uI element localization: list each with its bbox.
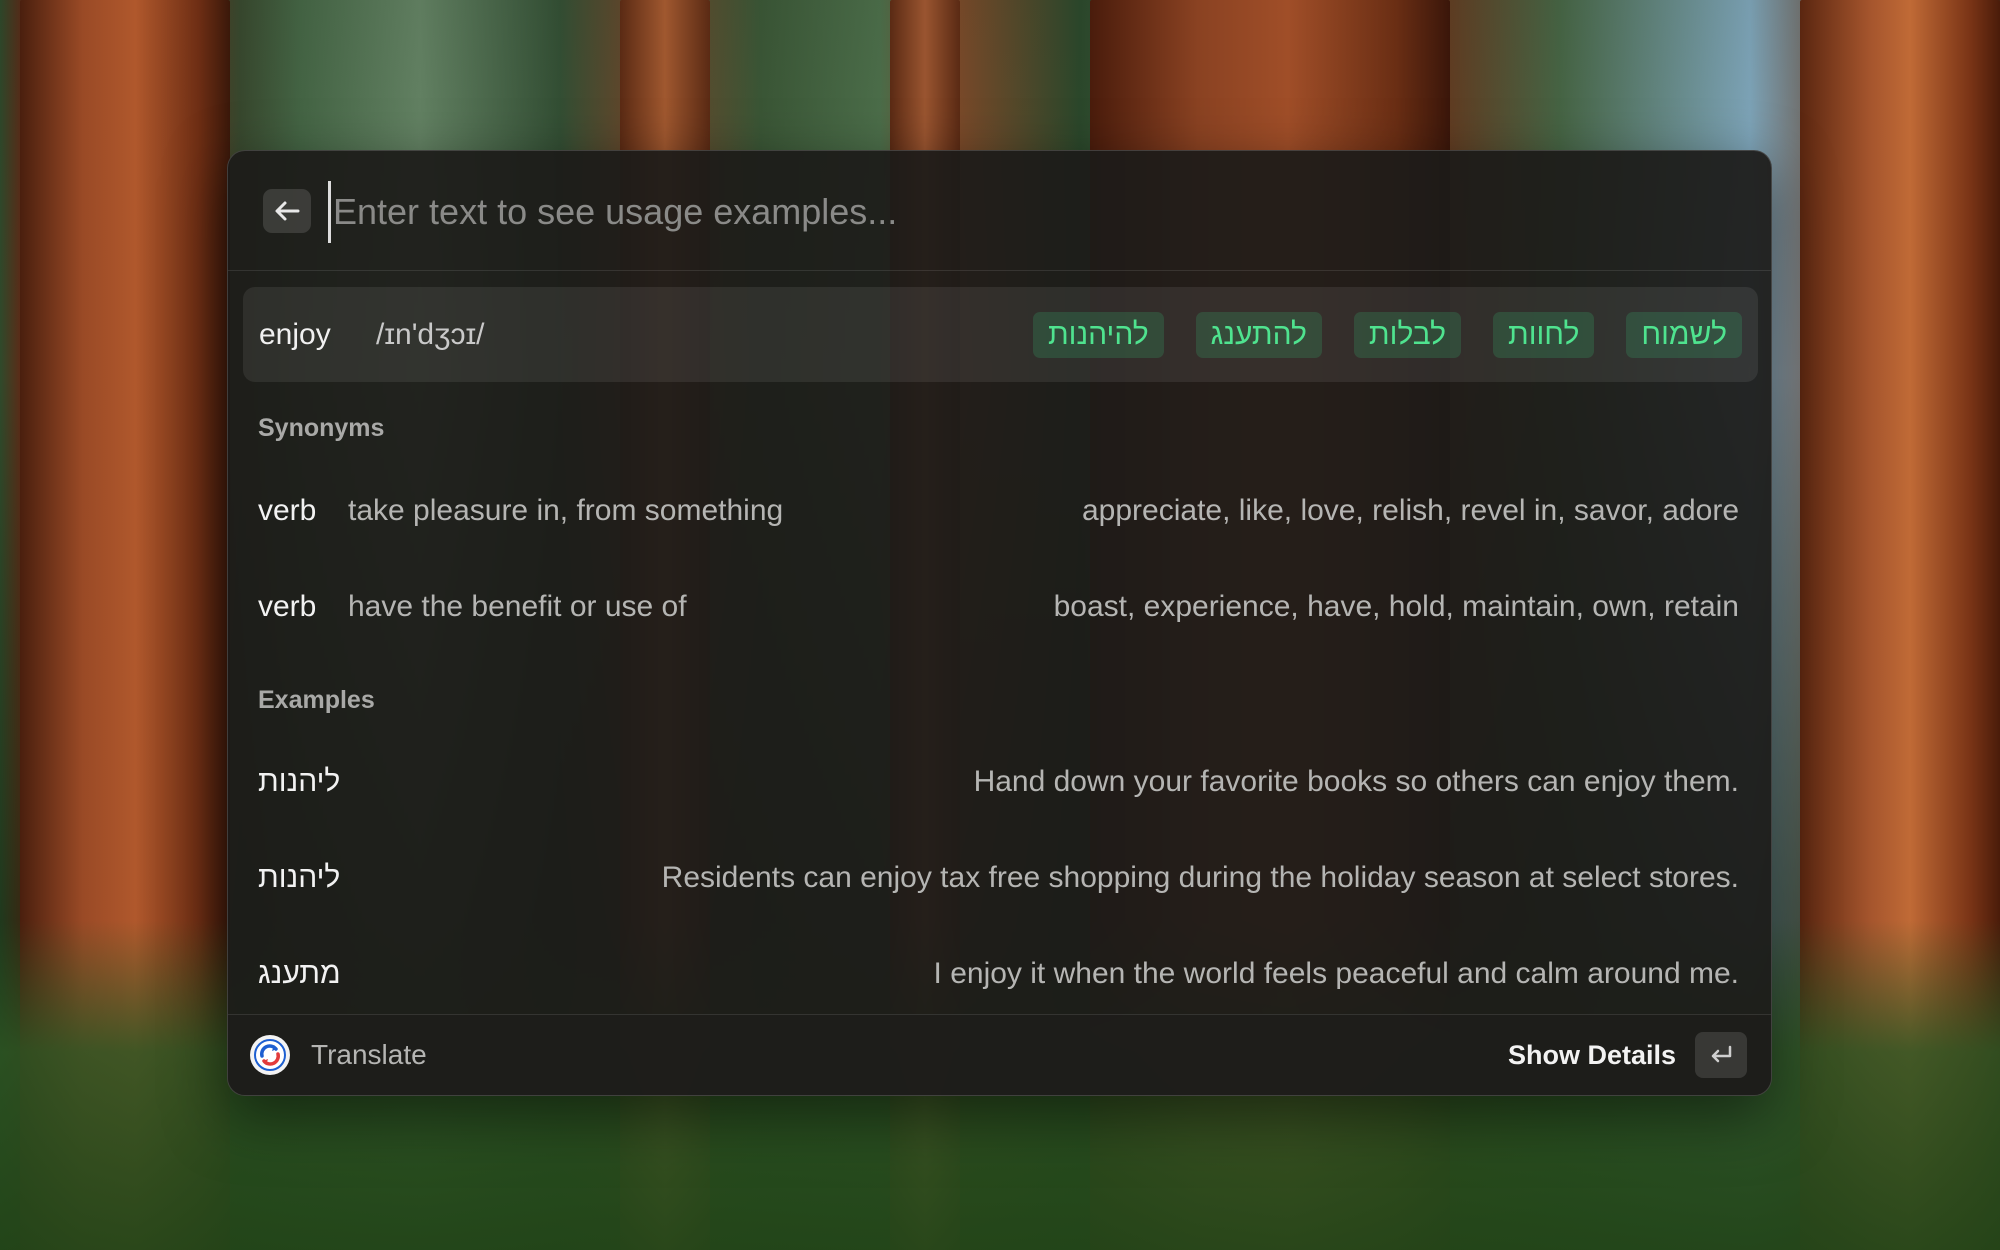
translate-app-icon bbox=[250, 1035, 290, 1075]
example-word: ליהנות bbox=[258, 861, 341, 894]
translation-chip[interactable]: לבלות bbox=[1353, 312, 1461, 358]
entry-word: enjoy bbox=[259, 318, 331, 351]
entry-phonetic: /ɪn'dʒɔɪ/ bbox=[376, 318, 485, 351]
examples-heading: Examples bbox=[258, 686, 375, 714]
example-word: מתענג bbox=[258, 957, 341, 990]
translation-chip[interactable]: לשמוח bbox=[1626, 312, 1742, 358]
synonyms-heading: Synonyms bbox=[258, 414, 385, 442]
definition: have the benefit or use of bbox=[348, 590, 687, 623]
app-name: Translate bbox=[311, 1039, 427, 1070]
translation-chips: להיהנות להתענג לבלות לחוות לשמוח bbox=[1032, 312, 1742, 358]
definition: take pleasure in, from something bbox=[348, 494, 784, 527]
synonym-row[interactable]: verb take pleasure in, from something ap… bbox=[228, 471, 1771, 551]
translation-chip[interactable]: לחוות bbox=[1492, 312, 1595, 358]
example-row[interactable]: מתענג I enjoy it when the world feels pe… bbox=[228, 934, 1771, 1014]
part-of-speech: verb bbox=[258, 590, 317, 623]
example-sentence: Hand down your favorite books so others … bbox=[973, 765, 1739, 798]
example-row[interactable]: ליהנות Residents can enjoy tax free shop… bbox=[228, 838, 1771, 918]
show-details-button[interactable]: Show Details bbox=[1508, 1015, 1676, 1095]
search-input[interactable] bbox=[328, 181, 1735, 243]
arrow-left-icon bbox=[275, 201, 300, 221]
synonym-row[interactable]: verb have the benefit or use of boast, e… bbox=[228, 567, 1771, 647]
example-sentence: I enjoy it when the world feels peaceful… bbox=[933, 957, 1739, 990]
synonym-list: appreciate, like, love, relish, revel in… bbox=[1082, 494, 1739, 527]
example-row[interactable]: ליהנות Hand down your favorite books so … bbox=[228, 742, 1771, 822]
back-button[interactable] bbox=[263, 189, 311, 233]
synonym-list: boast, experience, have, hold, maintain,… bbox=[1053, 590, 1739, 623]
action-bar: Translate Show Details bbox=[228, 1014, 1771, 1095]
translate-window: enjoy /ɪn'dʒɔɪ/ להיהנות להתענג לבלות לחו… bbox=[227, 150, 1772, 1096]
translation-chip[interactable]: להתענג bbox=[1195, 312, 1322, 358]
entry-row[interactable]: enjoy /ɪn'dʒɔɪ/ להיהנות להתענג לבלות לחו… bbox=[243, 287, 1758, 382]
search-bar bbox=[228, 151, 1771, 271]
part-of-speech: verb bbox=[258, 494, 317, 527]
example-word: ליהנות bbox=[258, 765, 341, 798]
example-sentence: Residents can enjoy tax free shopping du… bbox=[661, 861, 1739, 894]
translation-chip[interactable]: להיהנות bbox=[1032, 312, 1164, 358]
return-key-icon[interactable] bbox=[1695, 1032, 1747, 1078]
